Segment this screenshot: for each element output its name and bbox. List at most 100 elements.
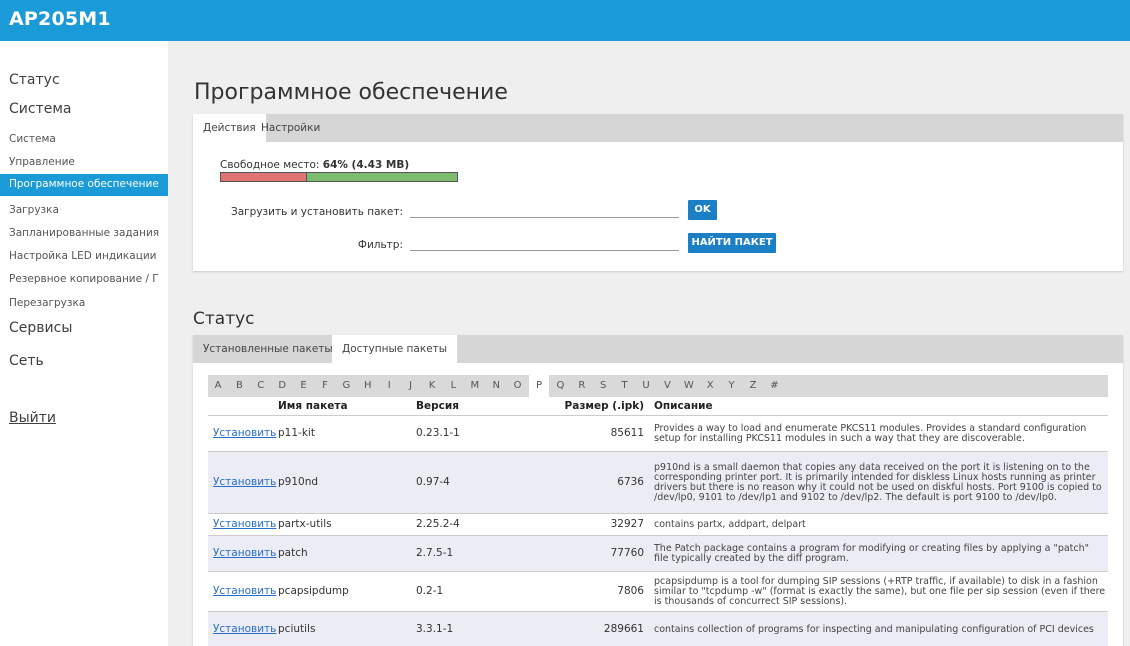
letter-q[interactable]: Q — [550, 375, 570, 397]
tab-settings[interactable]: Настройки — [251, 114, 330, 142]
top-bar: AP205M1 — [0, 0, 1130, 41]
letter-filter: A B C D E F G H I J K L M N O P Q R S T U V W X Y Z # — [208, 375, 1108, 397]
sidebar-item-software[interactable]: Программное обеспечение — [0, 174, 168, 196]
sidebar-item-software-label: Программное обеспечение — [9, 178, 159, 190]
install-link[interactable]: Установить — [213, 476, 276, 488]
table-row: Установить partx-utils 2.25.2-4 32927 contai… — [208, 513, 1108, 536]
letter-b[interactable]: B — [229, 375, 249, 397]
upload-label: Загрузить и установить пакет: — [230, 206, 403, 218]
page-title: Программное обеспечение — [194, 80, 508, 105]
tab-available-packages[interactable]: Доступные пакеты — [332, 335, 458, 363]
package-description: contains partx, addpart, delpart — [654, 519, 806, 530]
sidebar-item-system-sub[interactable]: Система — [9, 133, 56, 145]
letter-w[interactable]: W — [679, 375, 699, 397]
sidebar-item-upload[interactable]: Загрузка — [9, 204, 59, 216]
used-space-fill — [221, 173, 307, 181]
header-description: Описание — [654, 400, 713, 412]
letter-r[interactable]: R — [572, 375, 592, 397]
sidebar-item-led[interactable]: Настройка LED индикации — [9, 250, 157, 262]
install-link[interactable]: Установить — [213, 518, 276, 530]
free-space-bar — [220, 172, 458, 182]
find-package-button[interactable]: НАЙТИ ПАКЕТ — [688, 233, 776, 253]
letter-s[interactable]: S — [593, 375, 613, 397]
sidebar-item-network[interactable]: Сеть — [9, 353, 44, 369]
package-description: p910nd is a small daemon that copies any… — [654, 462, 1102, 503]
package-name: p910nd — [278, 476, 319, 488]
letter-m[interactable]: M — [465, 375, 485, 397]
packages-tabbar: Установленные пакеты Доступные пакеты — [193, 335, 1123, 363]
sidebar-item-system[interactable]: Система — [9, 101, 71, 117]
package-name: partx-utils — [278, 518, 332, 530]
letter-e[interactable]: E — [294, 375, 314, 397]
sidebar-item-management[interactable]: Управление — [9, 156, 75, 168]
package-size: 289661 — [603, 623, 644, 635]
sidebar-item-backup[interactable]: Резервное копирование / Г — [9, 273, 167, 285]
free-space-label: Свободное место: — [220, 159, 320, 171]
tab-installed-packages[interactable]: Установленные пакеты — [193, 335, 343, 363]
letter-c[interactable]: C — [251, 375, 271, 397]
sidebar-item-services[interactable]: Сервисы — [9, 320, 72, 336]
filter-label: Фильтр: — [357, 239, 403, 251]
letter-u[interactable]: U — [636, 375, 656, 397]
free-space-value: 64% (4.43 MB) — [322, 159, 410, 171]
letter-x[interactable]: X — [700, 375, 720, 397]
sidebar: Статус Система Система Управление Програ… — [0, 57, 168, 646]
letter-l[interactable]: L — [443, 375, 463, 397]
package-description: pcapsipdump is a tool for dumping SIP se… — [654, 576, 1106, 607]
header-name: Имя пакета — [278, 400, 348, 412]
install-link[interactable]: Установить — [213, 547, 276, 559]
package-size: 7806 — [617, 585, 644, 597]
package-name: p11-kit — [278, 427, 315, 439]
table-row: Установить p11-kit 0.23.1-1 85611 Provides a… — [208, 415, 1108, 452]
package-size: 85611 — [610, 427, 644, 439]
table-header: Имя пакета Версия Размер (.ipk) Описание — [208, 397, 1108, 415]
package-name: pciutils — [278, 623, 316, 635]
package-description: Provides a way to load and enumerate PKC… — [654, 423, 1087, 444]
install-link[interactable]: Установить — [213, 585, 276, 597]
letter-z[interactable]: Z — [743, 375, 763, 397]
filter-input[interactable] — [410, 236, 679, 251]
upload-ok-button[interactable]: OK — [688, 200, 717, 220]
table-row: Установить pciutils 3.3.1-1 289661 contains … — [208, 611, 1108, 646]
letter-n[interactable]: N — [486, 375, 506, 397]
install-link[interactable]: Установить — [213, 623, 276, 635]
letter-v[interactable]: V — [657, 375, 677, 397]
letter-f[interactable]: F — [315, 375, 335, 397]
header-version: Версия — [416, 400, 459, 412]
letter-h[interactable]: H — [358, 375, 378, 397]
table-row: Установить pcapsipdump 0.2-1 7806 pcapsipdum… — [208, 571, 1108, 612]
table-row: Установить patch 2.7.5-1 77760 The Patch pac… — [208, 535, 1108, 572]
letter-p[interactable]: P — [529, 375, 549, 397]
letter-a[interactable]: A — [208, 375, 228, 397]
package-name: patch — [278, 547, 308, 559]
actions-panel: Действия Настройки Свободное место: 64% … — [193, 114, 1123, 271]
package-version: 0.2-1 — [416, 585, 444, 597]
package-version: 0.97-4 — [416, 476, 450, 488]
letter-t[interactable]: T — [615, 375, 635, 397]
upload-file-input[interactable] — [410, 203, 679, 218]
letter-k[interactable]: K — [422, 375, 442, 397]
package-description: The Patch package contains a program for… — [654, 543, 1090, 564]
table-row: Установить p910nd 0.97-4 6736 p910nd is a sm… — [208, 451, 1108, 514]
package-size: 6736 — [617, 476, 644, 488]
letter-y[interactable]: Y — [722, 375, 742, 397]
header-size: Размер (.ipk) — [564, 400, 644, 412]
sidebar-item-scheduled-tasks[interactable]: Запланированные задания — [9, 227, 159, 239]
actions-tabbar: Действия Настройки — [193, 114, 1123, 142]
letter-j[interactable]: J — [401, 375, 421, 397]
logout-link[interactable]: Выйти — [9, 410, 56, 426]
sidebar-item-status[interactable]: Статус — [9, 72, 60, 88]
sidebar-item-reboot[interactable]: Перезагрузка — [9, 297, 85, 309]
letter-d[interactable]: D — [272, 375, 292, 397]
letter-hash[interactable]: # — [764, 375, 784, 397]
letter-o[interactable]: O — [508, 375, 528, 397]
package-name: pcapsipdump — [278, 585, 349, 597]
install-link[interactable]: Установить — [213, 427, 276, 439]
letter-g[interactable]: G — [336, 375, 356, 397]
letter-i[interactable]: I — [379, 375, 399, 397]
package-version: 2.7.5-1 — [416, 547, 454, 559]
main-content: Программное обеспечение Действия Настрой… — [168, 41, 1130, 646]
status-title: Статус — [193, 309, 255, 329]
free-space: Свободное место: 64% (4.43 MB) — [220, 159, 409, 171]
package-version: 0.23.1-1 — [416, 427, 460, 439]
